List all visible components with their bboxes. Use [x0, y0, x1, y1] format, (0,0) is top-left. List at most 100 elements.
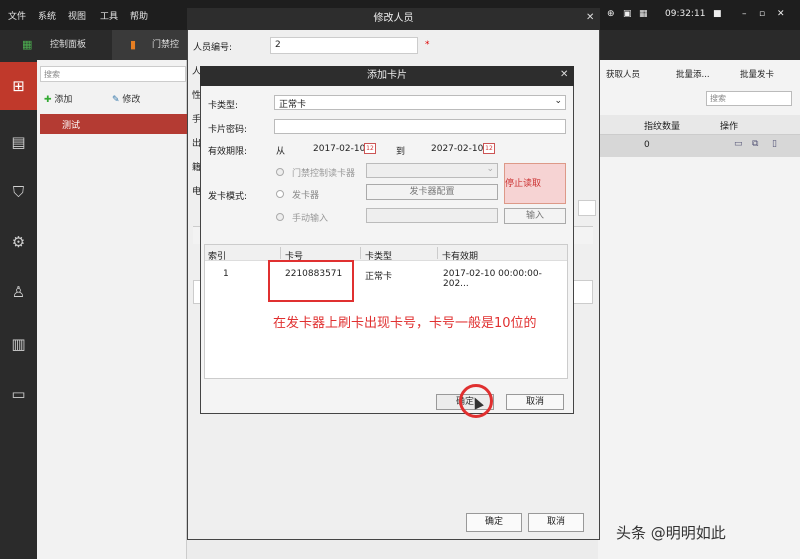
radio-reader[interactable]: [276, 168, 284, 176]
cancel-button[interactable]: 取消: [528, 513, 584, 532]
menu-system[interactable]: 系统: [38, 9, 56, 22]
edit-label: 修改: [122, 95, 141, 105]
card-password-label: 卡片密码:: [208, 125, 248, 135]
chevron-down-icon: ⌄: [486, 164, 494, 174]
col-divider: [280, 247, 281, 259]
radio-issuer[interactable]: [276, 190, 284, 198]
radio-manual[interactable]: [276, 213, 284, 221]
org-name: 测试: [62, 121, 81, 131]
confirm-button[interactable]: 确定: [466, 513, 522, 532]
copy-icon[interactable]: ⧉: [752, 139, 758, 149]
close-icon[interactable]: ✕: [777, 9, 785, 19]
cell-index: 1: [223, 269, 229, 279]
globe-icon[interactable]: ⊕: [607, 9, 615, 19]
annotation-text: 在发卡器上刷卡出现卡号，卡号一般是10位的: [273, 316, 537, 331]
add-org-button[interactable]: ✚ 添加: [44, 92, 72, 105]
door-icon: ▮: [130, 38, 137, 51]
cancel-button[interactable]: 取消: [506, 394, 564, 410]
calendar-icon[interactable]: 12: [364, 143, 376, 154]
person-search-input[interactable]: 搜索: [706, 91, 792, 106]
plus-icon: ✚: [44, 95, 52, 105]
from-date[interactable]: 2017-02-10: [313, 144, 365, 154]
opt-manual-label: 手动输入: [292, 214, 329, 224]
table-row[interactable]: 0 ▭ ⧉ ▯: [600, 135, 800, 157]
card-type-label: 卡类型:: [208, 101, 239, 111]
card-type-value: 正常卡: [279, 100, 307, 110]
menu-tools[interactable]: 工具: [100, 9, 118, 22]
status-area: [187, 540, 598, 559]
menu-file[interactable]: 文件: [8, 9, 26, 22]
card-type-select[interactable]: 正常卡 ⌄: [274, 95, 566, 110]
required-mark: *: [425, 40, 430, 50]
validity-label: 有效期限:: [208, 147, 248, 157]
person-id-label: 人员编号:: [193, 43, 233, 53]
dialog-title: 添加卡片: [200, 66, 574, 86]
org-panel: [37, 60, 187, 559]
person-table-header: 指纹数量 操作: [600, 115, 800, 135]
chevron-down-icon: ⌄: [554, 96, 562, 106]
person-id-input[interactable]: 2: [270, 37, 418, 54]
tab-control-panel[interactable]: ▦ 控制面板: [0, 30, 110, 60]
edit-icon: ✎: [112, 95, 120, 105]
shield-icon[interactable]: ⛉: [0, 168, 37, 216]
delete-icon[interactable]: ▯: [772, 139, 777, 149]
col-ops: 操作: [720, 122, 739, 132]
calendar-icon[interactable]: 12: [483, 143, 495, 154]
keyboard-icon[interactable]: ▭: [0, 370, 37, 418]
gear-icon[interactable]: ⚙: [0, 218, 37, 266]
tab-label: 门禁控: [152, 40, 180, 50]
org-tree-icon[interactable]: ⊞: [0, 62, 37, 110]
add-label: 添加: [54, 95, 73, 105]
maximize-icon[interactable]: ▫: [759, 9, 765, 19]
table-row[interactable]: 1 2210883571 正常卡 2017-02-10 00:00:00-202…: [205, 262, 567, 289]
opt-issuer-label: 发卡器: [292, 191, 320, 201]
grid-icon: ▦: [22, 38, 33, 51]
card-password-input[interactable]: [274, 119, 566, 134]
document-icon[interactable]: ▤: [0, 118, 37, 166]
watermark: 头条 @明明如此: [616, 524, 726, 542]
to-date[interactable]: 2027-02-10: [431, 144, 483, 154]
col-validity: 卡有效期: [442, 252, 479, 262]
side-input[interactable]: [578, 200, 596, 216]
batch-card-button[interactable]: 批量发卡: [740, 68, 774, 80]
highlight-box: [268, 260, 354, 302]
org-search-input[interactable]: 搜索: [40, 66, 186, 82]
cell-validity: 2017-02-10 00:00:00-202...: [443, 269, 542, 289]
menu-view[interactable]: 视图: [68, 9, 86, 22]
stop-read-button[interactable]: 停止读取: [504, 163, 566, 204]
dialog-title: 修改人员: [187, 8, 600, 30]
system-tray: in ⊕ ▣ ▦ 09:32:11 ■ – ▫ ✕: [585, 0, 800, 30]
close-icon[interactable]: ✕: [560, 69, 568, 80]
col-divider: [437, 247, 438, 259]
issuer-config-button[interactable]: 发卡器配置: [366, 184, 498, 200]
manual-input-button[interactable]: 输入: [504, 208, 566, 224]
issue-mode-label: 发卡模式:: [208, 192, 248, 202]
close-icon[interactable]: ✕: [586, 12, 594, 23]
to-label: 到: [396, 147, 406, 157]
org-item-test[interactable]: 测试: [40, 114, 187, 134]
sidebar: ⊞ ▤ ⛉ ⚙ ♙ ▥ ▭: [0, 60, 37, 559]
cell-card-type: 正常卡: [365, 272, 393, 282]
reader-select[interactable]: ⌄: [366, 163, 498, 178]
tab-access-control[interactable]: ▮ 门禁控: [112, 30, 188, 60]
report-icon[interactable]: ▥: [0, 320, 37, 368]
image-icon[interactable]: ▣: [623, 9, 632, 19]
menu-help[interactable]: 帮助: [130, 9, 148, 22]
fingerprint-count: 0: [644, 140, 650, 150]
edit-org-button[interactable]: ✎ 修改: [112, 92, 140, 105]
col-index: 索引: [208, 252, 227, 262]
grid-icon[interactable]: ▦: [639, 9, 648, 19]
lock-icon[interactable]: ■: [713, 9, 722, 19]
card-icon[interactable]: ▭: [734, 139, 743, 149]
person-icon[interactable]: ♙: [0, 268, 37, 316]
batch-add-button[interactable]: 批量添...: [676, 68, 710, 80]
from-label: 从: [276, 147, 286, 157]
col-card-type: 卡类型: [365, 252, 393, 262]
manual-input[interactable]: [366, 208, 498, 223]
opt-reader-label: 门禁控制读卡器: [292, 169, 356, 179]
get-person-button[interactable]: 获取人员: [606, 68, 640, 80]
clock-time: 09:32:11: [665, 9, 706, 19]
tab-label: 控制面板: [50, 40, 87, 50]
minimize-icon[interactable]: –: [742, 9, 747, 19]
col-fingerprint: 指纹数量: [644, 122, 681, 132]
